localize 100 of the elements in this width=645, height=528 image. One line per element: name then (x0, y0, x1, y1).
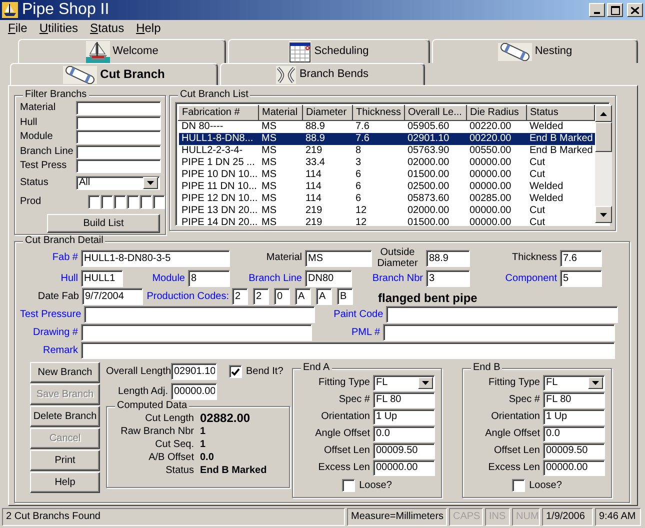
text-field[interactable] (76, 116, 161, 130)
pml-label[interactable]: PML # (312, 326, 383, 338)
action-button[interactable]: Delete Branch (30, 406, 100, 427)
menu-item[interactable]: File (2, 21, 34, 36)
menu-item[interactable]: Status (84, 21, 130, 36)
list-row[interactable]: PIPE 14 DN 20... MS 219 12 01500.00 00000.00 Cut (178, 217, 594, 229)
build-list-button[interactable]: Build List (47, 214, 160, 233)
list-row[interactable]: PIPE 12 DN 10... MS 114 6 05873.60 00285.00 Welded (178, 193, 594, 205)
length-adj-field[interactable]: 00000.00 (171, 383, 217, 400)
branch-line-field[interactable]: DN80 (305, 270, 352, 287)
column-header[interactable]: Status (526, 106, 594, 120)
list-row[interactable]: PIPE 10 DN 10... MS 114 6 01500.00 00000.00 Cut (178, 169, 594, 181)
text-field[interactable]: 0.0 (373, 426, 435, 442)
list-row[interactable]: DN 80---- MS 88.9 7.6 05905.60 00220.00 Welded (178, 120, 594, 133)
drawing-label[interactable]: Drawing # (20, 326, 81, 338)
text-field[interactable] (76, 144, 161, 159)
component-field[interactable]: 5 (560, 270, 602, 287)
checkbox[interactable] (512, 479, 526, 492)
text-field[interactable]: 00000.00 (543, 460, 605, 476)
list-row[interactable]: PIPE 13 DN 20... MS 219 12 02000.00 00000.00 Cut (178, 205, 594, 217)
column-header[interactable]: Thickness (352, 106, 404, 120)
checkbox[interactable] (229, 365, 242, 378)
text-field[interactable]: 00009.50 (373, 442, 435, 458)
code-field[interactable]: 2 (232, 288, 248, 305)
action-button[interactable]: Print (30, 450, 100, 471)
paint-code-field[interactable] (386, 306, 618, 323)
component-label[interactable]: Component (470, 272, 560, 284)
thickness-field[interactable]: 7.6 (560, 250, 602, 266)
status-dropdown[interactable]: All (76, 176, 160, 190)
fitting-type-dropdown[interactable]: FL (373, 374, 435, 390)
hull-label[interactable]: Hull (20, 272, 81, 284)
remark-field[interactable] (81, 342, 615, 359)
tab[interactable]: Nesting (432, 39, 638, 63)
table-cell-text: 01500.00 (406, 217, 450, 229)
code-field[interactable] (88, 195, 100, 209)
code-field[interactable] (101, 195, 113, 209)
minimize-button[interactable] (589, 3, 605, 17)
list-row[interactable]: HULL2-2-3-4- MS 219 8 05763.90 00550.00 End B Marked (178, 145, 594, 157)
outside-diameter-field[interactable]: 88.9 (426, 250, 470, 266)
code-field[interactable]: A (316, 288, 332, 305)
fab-label[interactable]: Fab # (20, 252, 81, 264)
material-field[interactable]: MS (305, 250, 372, 266)
column-header[interactable]: Diameter (302, 106, 352, 120)
hull-field[interactable]: HULL1 (81, 270, 123, 287)
menu-item[interactable]: Utilities (33, 21, 84, 36)
text-field[interactable] (76, 101, 161, 116)
date-fab-field[interactable]: 9/7/2004 (82, 288, 143, 305)
tab[interactable]: Welcome (18, 39, 226, 63)
close-button[interactable] (627, 3, 643, 17)
pml-field[interactable] (383, 324, 615, 341)
drawing-field[interactable] (81, 324, 312, 341)
branch-nbr-label[interactable]: Branch Nbr (352, 272, 426, 284)
tab[interactable]: Scheduling (228, 39, 430, 63)
branch-line-label[interactable]: Branch Line (230, 272, 305, 284)
column-header[interactable]: Die Radius (466, 106, 526, 120)
list-row[interactable]: PIPE 11 DN 10... MS 114 6 02500.00 00000.00 Welded (178, 181, 594, 193)
checkbox[interactable] (342, 479, 356, 492)
column-header[interactable]: Fabrication # (178, 106, 258, 120)
column-header[interactable]: Overall Le... (404, 106, 466, 120)
code-field[interactable]: 0 (274, 288, 290, 305)
test-pressure-field[interactable] (84, 306, 316, 323)
list-row[interactable]: HULL1-8-DN8... MS 88.9 7.6 02901.10 00220.00 End B Marked (178, 133, 594, 145)
code-field[interactable]: 2 (253, 288, 269, 305)
text-field[interactable]: FL 80 (373, 392, 435, 408)
text-field[interactable]: 0.0 (543, 426, 605, 442)
code-field[interactable] (114, 195, 126, 209)
text-field[interactable] (76, 159, 161, 174)
tab[interactable]: Branch Bends (220, 63, 425, 85)
tab[interactable]: Cut Branch (10, 63, 218, 85)
branch-list[interactable] (175, 102, 610, 226)
text-field[interactable]: 1 Up (373, 408, 435, 424)
action-button[interactable]: Help (30, 472, 100, 493)
branch-nbr-field[interactable]: 3 (426, 270, 470, 287)
remark-label[interactable]: Remark (20, 344, 81, 356)
menu-item[interactable]: Help (130, 21, 167, 36)
module-label[interactable]: Module (123, 272, 188, 284)
module-field[interactable]: 8 (188, 270, 230, 287)
code-field[interactable] (153, 195, 165, 209)
action-button[interactable]: New Branch (30, 362, 100, 383)
table-cell: End B Marked (526, 145, 594, 157)
table-cell-text: PIPE 14 DN 20... (180, 217, 258, 229)
code-field[interactable] (140, 195, 152, 209)
text-field[interactable]: 1 Up (543, 408, 605, 424)
production-codes-label[interactable]: Production Codes: (143, 290, 232, 302)
text-field[interactable]: 00009.50 (543, 442, 605, 458)
text-field[interactable]: 00000.00 (373, 460, 435, 476)
fitting-type-dropdown[interactable]: FL (543, 374, 605, 390)
text-field[interactable]: FL 80 (543, 392, 605, 408)
fab-field[interactable]: HULL1-8-DN80-3-5 (81, 250, 230, 266)
maximize-button[interactable] (607, 3, 623, 17)
column-header[interactable]: Material (258, 106, 302, 120)
overall-length-field[interactable]: 02901.10 (171, 363, 217, 380)
text-field[interactable] (76, 130, 161, 144)
code-field[interactable] (127, 195, 139, 209)
list-row[interactable]: PIPE 1 DN 25 ... MS 33.4 3 02000.00 00000.00 Cut (178, 157, 594, 169)
scrollbar[interactable] (595, 105, 612, 223)
code-field[interactable]: B (337, 288, 353, 305)
code-field[interactable]: A (295, 288, 311, 305)
paint-code-label[interactable]: Paint Code (315, 308, 386, 320)
test-pressure-label[interactable]: Test Pressure (20, 308, 84, 320)
